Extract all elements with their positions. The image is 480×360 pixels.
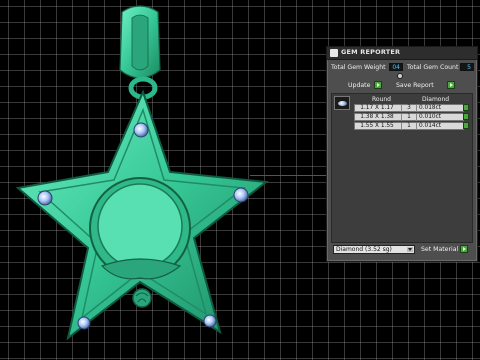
save-report-button[interactable]: Save Report	[396, 82, 434, 89]
panel-title: GEM REPORTER	[341, 48, 401, 56]
row-select-button[interactable]	[463, 122, 469, 129]
table-header-material: Diamond	[422, 96, 450, 103]
total-gem-count-field[interactable]: 5	[460, 63, 474, 71]
gem-bottom-left[interactable]	[77, 316, 91, 330]
bail	[119, 5, 161, 100]
gem-left[interactable]	[37, 190, 53, 206]
total-gem-weight-field[interactable]: 04	[389, 63, 403, 71]
total-gem-count-label: Total Gem Count	[407, 64, 459, 71]
save-report-play-icon[interactable]	[447, 81, 455, 89]
row-select-button[interactable]	[463, 113, 469, 120]
row-size: 1.38 X 1.38	[360, 114, 394, 120]
report-table-area: Round Diamond 1.17 X 1.17 3 0.018ct 1.38…	[331, 93, 473, 243]
gem-top[interactable]	[133, 122, 149, 138]
table-row[interactable]: 1.55 X 1.55 1 0.014ct	[354, 122, 464, 130]
row-count: 3	[401, 105, 417, 112]
table-row[interactable]: 1.17 X 1.17 3 0.018ct	[354, 104, 464, 112]
material-select-value: Diamond (3.52 sg)	[336, 246, 392, 253]
update-button[interactable]: Update	[348, 82, 370, 89]
row-count: 1	[401, 114, 417, 121]
table-header-shape: Round	[372, 96, 391, 103]
panel-close-icon[interactable]	[330, 49, 338, 57]
row-weight: 0.010ct	[419, 114, 442, 120]
row-select-button[interactable]	[463, 104, 469, 111]
row-size: 1.17 X 1.17	[360, 105, 394, 111]
table-row[interactable]: 1.38 X 1.38 1 0.010ct	[354, 113, 464, 121]
material-select[interactable]: Diamond (3.52 sg)	[333, 245, 415, 254]
chevron-down-icon[interactable]	[407, 247, 413, 252]
separator-knob-icon[interactable]	[397, 73, 403, 79]
row-size: 1.55 X 1.55	[360, 123, 394, 129]
gem-reporter-panel[interactable]: GEM REPORTER Total Gem Weight 04 Total G…	[326, 46, 478, 262]
gem-bottom-right[interactable]	[203, 314, 217, 328]
update-play-icon[interactable]	[374, 81, 382, 89]
gem-thumbnail-icon	[334, 96, 350, 110]
total-gem-weight-label: Total Gem Weight	[331, 64, 386, 71]
row-count: 1	[401, 123, 417, 130]
row-weight: 0.018ct	[419, 105, 442, 111]
row-weight: 0.014ct	[419, 123, 442, 129]
set-material-play-icon[interactable]	[460, 245, 468, 253]
gem-right[interactable]	[233, 187, 249, 203]
panel-titlebar[interactable]: GEM REPORTER	[327, 47, 477, 60]
set-material-button[interactable]: Set Material	[421, 246, 458, 253]
